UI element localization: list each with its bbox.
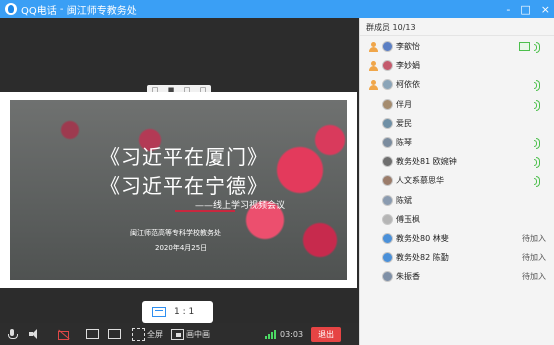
slide-title-line2: 《习近平在宁德》 <box>100 174 268 198</box>
member-name: 教务处81 欧婉钟 <box>396 157 457 167</box>
member-status: 待加入 <box>522 234 546 243</box>
member-row[interactable]: 李歆怡 <box>360 39 554 54</box>
close-button[interactable]: × <box>541 3 550 16</box>
member-row[interactable]: 教务处81 欧婉钟 <box>360 154 554 169</box>
member-status: 待加入 <box>522 272 546 282</box>
member-row[interactable]: 李妙娟 <box>360 58 554 73</box>
slide-date: 2020年4月25日 <box>155 244 208 252</box>
member-name: 李歆怡 <box>396 42 420 51</box>
member-count: 群成员 10/13 <box>360 18 554 36</box>
slide-subtitle: ——线上学习视频会议 <box>195 201 286 211</box>
fullscreen-button[interactable]: 全屏 <box>147 329 163 340</box>
shared-slide: 《习近平在厦门》 《习近平在宁德》 ——线上学习视频会议 闽江师范高等专科学校教… <box>0 92 357 288</box>
title-separator: - <box>56 3 67 15</box>
member-row[interactable]: 爱民 <box>360 116 554 131</box>
avatar <box>382 194 393 206</box>
member-name: 李妙娟 <box>396 61 420 71</box>
slide-title-line1: 《习近平在厦门》 <box>100 145 268 169</box>
window-titlebar: QQ电话 - 闽江师专教务处 - □ × <box>0 0 554 18</box>
pip-icon[interactable] <box>171 328 184 340</box>
member-status: 待加入 <box>522 253 546 263</box>
avatar <box>382 79 393 91</box>
member-name: 柯依依 <box>396 80 420 90</box>
avatar <box>382 271 393 283</box>
slide-content: 《习近平在厦门》 《习近平在宁德》 ——线上学习视频会议 闽江师范高等专科学校教… <box>10 100 347 280</box>
call-controls-bar: 全屏 画中画 03:03 退出 <box>0 323 359 345</box>
member-panel: 群成员 10/13 李歆怡李妙娟柯依依伴月爱民陈琴教务处81 欧婉钟 人文系慕思华… <box>359 18 554 345</box>
member-row[interactable]: 柯依依 <box>360 77 554 92</box>
speaker-icon[interactable] <box>28 328 40 340</box>
member-row[interactable]: 人文系慕思华 <box>360 173 554 188</box>
signal-icon <box>265 329 276 339</box>
qq-logo-icon <box>5 3 17 15</box>
member-row[interactable]: 伴月 <box>360 97 554 112</box>
member-row[interactable]: 陈琴 <box>360 135 554 150</box>
admin-icon <box>368 41 378 52</box>
speaking-icon <box>533 80 541 92</box>
pip-button[interactable]: 画中画 <box>186 329 210 340</box>
group-name: 闽江师专教务处 <box>66 5 137 17</box>
aspect-ratio-icon <box>152 307 166 317</box>
admin-icon <box>368 79 378 90</box>
avatar <box>382 98 393 110</box>
member-name: 朱振香 <box>396 272 420 282</box>
member-name: 傅玉枫 <box>396 214 420 224</box>
exit-button[interactable]: 退出 <box>311 326 342 342</box>
member-name: 教务处80 林斐 <box>396 234 449 243</box>
avatar <box>382 137 393 148</box>
desktop-icon[interactable] <box>108 328 121 340</box>
screen-share-icon <box>519 42 530 51</box>
member-row[interactable]: 教务处82 陈勤 待加入 <box>360 250 554 265</box>
maximize-button[interactable]: □ <box>520 3 530 16</box>
avatar <box>382 233 393 244</box>
member-row[interactable]: 傅玉枫 <box>360 212 554 227</box>
call-timer: 03:03 <box>280 329 304 339</box>
slide-org: 闽江师范高等专科学校教务处 <box>130 229 221 237</box>
member-name: 人文系慕思华 <box>396 176 444 186</box>
screen-share-icon[interactable] <box>86 328 99 340</box>
speaking-icon <box>533 138 541 149</box>
video-stage: □ ■ □ □ 《习近平在厦门》 《习近平在宁德》 ——线上学习视频会议 闽江师… <box>0 18 359 345</box>
avatar <box>382 252 393 264</box>
ratio-button[interactable]: 1 : 1 <box>142 301 213 323</box>
window-title: QQ电话 <box>21 5 57 17</box>
speaking-icon <box>533 99 541 111</box>
avatar <box>382 156 393 168</box>
member-name: 陈琴 <box>396 138 412 147</box>
minimize-button[interactable]: - <box>506 3 510 16</box>
member-name: 爱民 <box>396 118 412 128</box>
avatar <box>382 60 393 72</box>
member-name: 伴月 <box>396 99 412 109</box>
avatar <box>382 41 393 52</box>
member-name: 陈斌 <box>396 195 412 205</box>
avatar <box>382 213 393 225</box>
fullscreen-icon[interactable] <box>132 328 145 341</box>
window-controls: - □ × <box>506 0 550 18</box>
avatar <box>382 117 393 129</box>
speaking-icon <box>533 157 541 169</box>
speaking-icon <box>533 42 541 53</box>
member-row[interactable]: 朱振香 待加入 <box>360 269 554 284</box>
ratio-label: 1 : 1 <box>174 307 195 317</box>
member-name: 教务处82 陈勤 <box>396 253 449 263</box>
admin-icon <box>368 60 378 71</box>
microphone-icon[interactable] <box>6 328 18 340</box>
camera-off-icon[interactable] <box>58 328 70 340</box>
member-row[interactable]: 教务处80 林斐 待加入 <box>360 231 554 246</box>
member-row[interactable]: 陈斌 <box>360 193 554 208</box>
avatar <box>382 175 393 187</box>
speaking-icon <box>533 176 541 188</box>
